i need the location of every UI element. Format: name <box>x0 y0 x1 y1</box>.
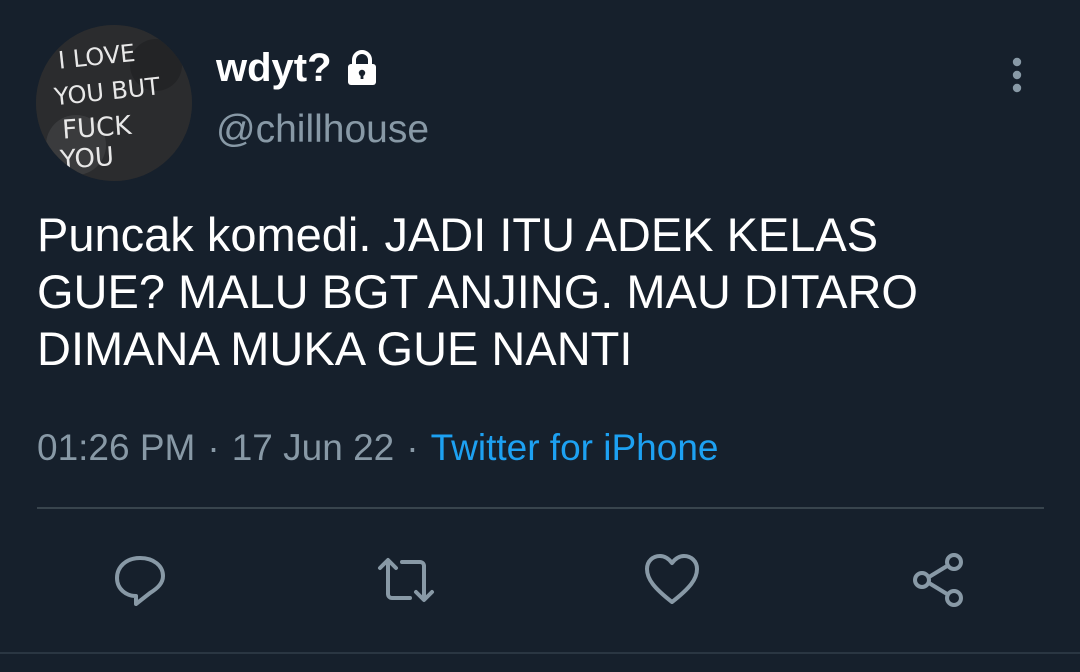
tweet-date[interactable]: 17 Jun 22 <box>232 427 395 468</box>
lock-icon <box>342 48 382 88</box>
retweet-icon <box>378 558 434 602</box>
user-handle[interactable]: @chillhouse <box>216 108 429 152</box>
separator: · <box>207 427 220 468</box>
avatar[interactable]: I LOVE YOU BUT FUCK YOU <box>36 25 192 181</box>
like-button[interactable] <box>640 548 704 612</box>
bottom-divider <box>0 652 1080 654</box>
display-name[interactable]: wdyt? <box>216 46 382 90</box>
tweet-metadata: 01:26 PM · 17 Jun 22 · Twitter for iPhone <box>37 426 718 470</box>
reply-icon <box>115 556 165 606</box>
share-icon <box>913 553 963 607</box>
reply-button[interactable] <box>108 548 172 612</box>
retweet-button[interactable] <box>374 548 438 612</box>
display-name-text: wdyt? <box>216 46 332 90</box>
more-options-button[interactable] <box>994 50 1040 100</box>
separator: · <box>406 427 419 468</box>
tweet-time: 01:26 PM <box>37 427 196 468</box>
tweet-text: Puncak komedi. JADI ITU ADEK KELAS GUE? … <box>37 208 918 375</box>
avatar-text-line: YOU <box>58 142 115 176</box>
avatar-text-line: FUCK <box>61 111 133 146</box>
divider <box>37 507 1044 509</box>
more-vertical-icon <box>1012 57 1022 93</box>
avatar-image: I LOVE YOU BUT FUCK YOU <box>36 25 192 181</box>
heart-icon <box>645 554 699 604</box>
share-button[interactable] <box>906 548 970 612</box>
tweet-source-link[interactable]: Twitter for iPhone <box>431 427 719 468</box>
